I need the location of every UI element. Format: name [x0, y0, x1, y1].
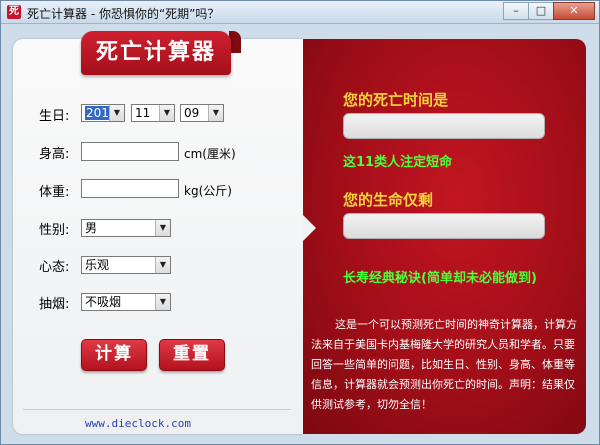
window-title: 死亡计算器 - 你恐惧你的“死期”吗？: [27, 7, 220, 21]
height-input[interactable]: [81, 142, 179, 161]
height-label: 身高:: [39, 147, 70, 162]
panel-notch: [303, 215, 316, 241]
dropdown-arrow-icon[interactable]: ▼: [155, 257, 170, 273]
birth-year-select[interactable]: 2015 ▼: [81, 104, 125, 122]
birth-month-value: 11: [135, 106, 151, 120]
smoking-select[interactable]: 不吸烟 ▼: [81, 293, 171, 311]
app-icon: 死: [7, 5, 21, 19]
mood-label: 心态:: [39, 260, 70, 275]
close-button[interactable]: ✕: [553, 2, 595, 20]
dropdown-arrow-icon[interactable]: ▼: [109, 105, 124, 121]
birth-day-select[interactable]: 09 ▼: [180, 104, 224, 122]
weight-label: 体重:: [39, 185, 70, 200]
reset-button[interactable]: 重置: [159, 339, 225, 371]
calculate-button[interactable]: 计算: [81, 339, 147, 371]
remaining-life-title: 您的生命仅剩: [343, 191, 434, 209]
gender-value: 男: [85, 221, 98, 235]
remaining-life-output: [343, 213, 545, 239]
smoking-label: 抽烟:: [39, 297, 70, 312]
minimize-button[interactable]: –: [503, 2, 529, 20]
title-bar[interactable]: 死 死亡计算器 - 你恐惧你的“死期”吗？ – □ ✕: [1, 1, 599, 24]
mood-select[interactable]: 乐观 ▼: [81, 256, 171, 274]
smoking-value: 不吸烟: [85, 295, 122, 309]
window-controls: – □ ✕: [503, 2, 595, 20]
dropdown-arrow-icon[interactable]: ▼: [159, 105, 174, 121]
birth-day-value: 09: [184, 106, 200, 120]
eleven-types-link[interactable]: 这11类人注定短命: [343, 151, 452, 170]
birth-month-select[interactable]: 11 ▼: [131, 104, 175, 122]
maximize-button[interactable]: □: [528, 2, 554, 20]
dropdown-arrow-icon[interactable]: ▼: [155, 220, 170, 236]
dropdown-arrow-icon[interactable]: ▼: [155, 294, 170, 310]
footer-divider: [23, 409, 291, 410]
app-window: 死 死亡计算器 - 你恐惧你的“死期”吗？ – □ ✕ 死亡计算器 生日: 20…: [0, 0, 600, 445]
gender-label: 性别:: [39, 223, 70, 238]
height-unit: cm(厘米): [184, 147, 236, 161]
description-text: 这是一个可以预测死亡时间的神奇计算器，计算方法来自于美国卡内基梅隆大学的研究人员…: [311, 318, 577, 411]
weight-input[interactable]: [81, 179, 179, 198]
mood-value: 乐观: [85, 258, 110, 272]
app-banner: 死亡计算器: [81, 31, 231, 75]
weight-unit: kg(公斤): [184, 184, 232, 198]
birthday-label: 生日:: [39, 109, 70, 124]
longevity-tips-link[interactable]: 长寿经典秘诀(简单却未必能做到): [343, 267, 537, 286]
website-link[interactable]: www.dieclock.com: [85, 417, 191, 430]
dropdown-arrow-icon[interactable]: ▼: [208, 105, 223, 121]
death-time-output: [343, 113, 545, 139]
gender-select[interactable]: 男 ▼: [81, 219, 171, 237]
death-time-title: 您的死亡时间是: [343, 91, 449, 109]
